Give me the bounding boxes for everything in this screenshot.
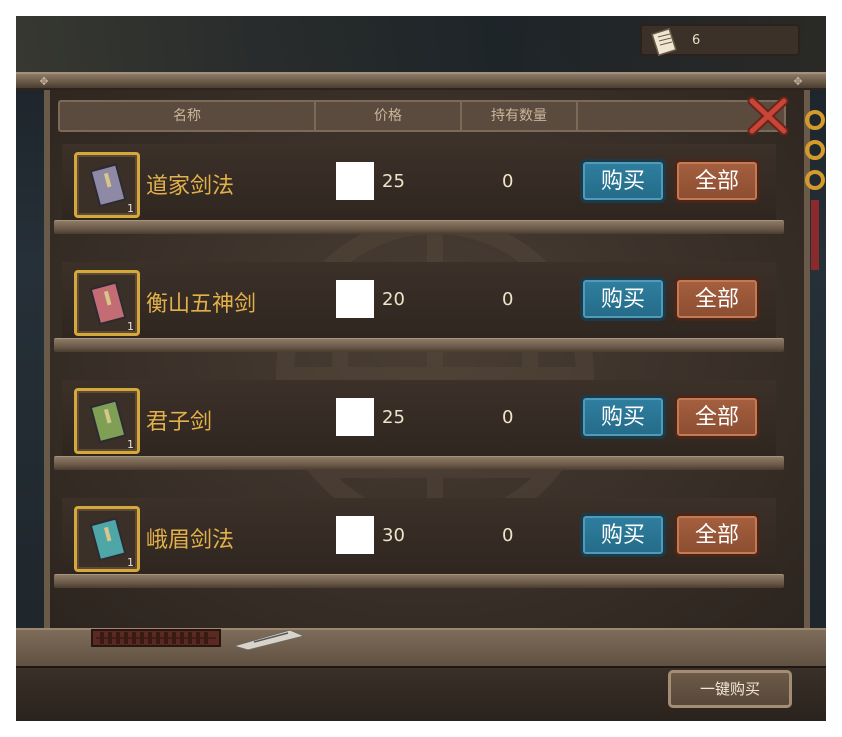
- side-tassel: [804, 90, 826, 290]
- item-name: 峨眉剑法: [146, 528, 235, 553]
- item-quantity: 1: [127, 320, 134, 333]
- item-quantity: 1: [127, 556, 134, 569]
- item-name: 道家剑法: [146, 174, 235, 199]
- item-held-count: 0: [502, 289, 514, 310]
- item-name: 君子剑: [146, 410, 213, 435]
- item-held-count: 0: [502, 171, 514, 192]
- bulk-buy-button[interactable]: 一键购买: [668, 670, 792, 708]
- book-icon: [89, 517, 127, 562]
- row-shelf: [54, 338, 784, 352]
- item-slot[interactable]: 1: [74, 388, 140, 454]
- item-slot[interactable]: 1: [74, 152, 140, 218]
- shop-scene: 6 ✥ ✥ 名称 价格 持有数量 1 道家剑法 25 0 购买 全部 1 衡山五…: [16, 16, 826, 721]
- emblem-watermark: [276, 216, 594, 534]
- item-price: 30: [382, 525, 405, 546]
- shop-row: 1 君子剑 25 0 购买 全部: [54, 380, 784, 470]
- buy-button[interactable]: 购买: [580, 159, 666, 203]
- header-name: 名称: [60, 102, 316, 130]
- item-quantity: 1: [127, 438, 134, 451]
- close-button[interactable]: [746, 96, 790, 136]
- header-price: 价格: [316, 102, 462, 130]
- buy-all-button[interactable]: 全部: [674, 277, 760, 321]
- scroll-icon: [651, 28, 677, 56]
- buy-button[interactable]: 购买: [580, 277, 666, 321]
- item-held-count: 0: [502, 407, 514, 428]
- list-header: 名称 价格 持有数量: [58, 100, 786, 132]
- header-held: 持有数量: [462, 102, 578, 130]
- top-frame-beam: [16, 72, 826, 90]
- beam-ornament-left: ✥: [39, 75, 49, 88]
- price-icon: [336, 162, 374, 200]
- book-icon: [89, 399, 127, 444]
- buy-button[interactable]: 购买: [580, 395, 666, 439]
- item-price: 20: [382, 289, 405, 310]
- currency-amount: 6: [692, 33, 701, 48]
- buy-button[interactable]: 购买: [580, 513, 666, 557]
- row-shelf: [54, 220, 784, 234]
- price-icon: [336, 516, 374, 554]
- buy-all-button[interactable]: 全部: [674, 395, 760, 439]
- book-icon: [89, 163, 127, 208]
- papers-icon: [232, 629, 306, 650]
- item-price: 25: [382, 407, 405, 428]
- item-name: 衡山五神剑: [146, 292, 257, 317]
- item-quantity: 1: [127, 202, 134, 215]
- item-slot[interactable]: 1: [74, 270, 140, 336]
- row-shelf: [54, 574, 784, 588]
- price-icon: [336, 280, 374, 318]
- shop-row: 1 道家剑法 25 0 购买 全部: [54, 144, 784, 234]
- shop-row: 1 衡山五神剑 20 0 购买 全部: [54, 262, 784, 352]
- currency-display: 6: [640, 24, 800, 56]
- buy-all-button[interactable]: 全部: [674, 159, 760, 203]
- close-icon: [747, 96, 789, 136]
- shop-row: 1 峨眉剑法 30 0 购买 全部: [54, 498, 784, 588]
- item-slot[interactable]: 1: [74, 506, 140, 572]
- book-icon: [89, 281, 127, 326]
- abacus-icon: [91, 629, 221, 647]
- beam-ornament-right: ✥: [793, 75, 803, 88]
- item-held-count: 0: [502, 525, 514, 546]
- buy-all-button[interactable]: 全部: [674, 513, 760, 557]
- row-shelf: [54, 456, 784, 470]
- item-price: 25: [382, 171, 405, 192]
- price-icon: [336, 398, 374, 436]
